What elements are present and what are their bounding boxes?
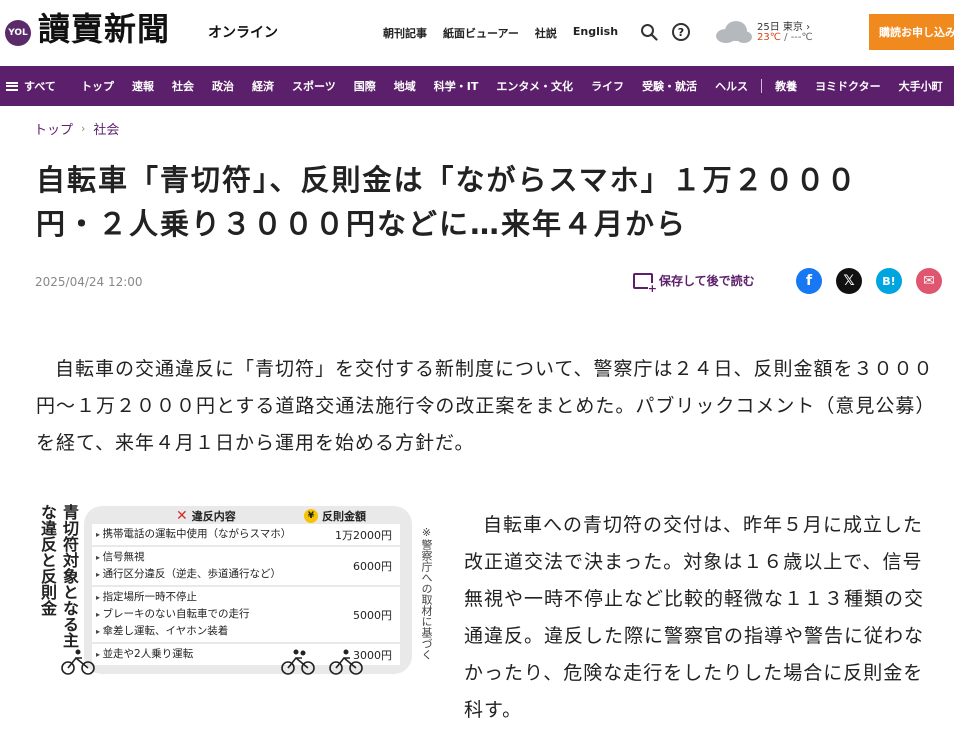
link-paper-viewer[interactable]: 紙面ビューアー [443,25,519,41]
infographic-source-note: ※警察庁への取材に基づく [420,526,433,660]
nav-item-economy[interactable]: 経済 [243,78,283,94]
table-row: 指定場所一時不停止 ブレーキのない自転車での走行 傘差し運転、イヤホン装着 50… [92,587,400,644]
article-paragraph: 自転車への青切符の交付は、昨年５月に成立した改正道交法で決まった。対象は１６歳以… [464,514,925,721]
nav-item-culture[interactable]: 教養 [766,78,806,94]
article-lead-paragraph: 自転車の交通違反に「青切符」を交付する新制度について、警察庁は２４日、反則金額を… [36,358,936,454]
subscribe-button[interactable]: 購読お申し込み [869,14,954,50]
header-violation-label: 違反内容 [191,510,236,523]
table-row: 信号無視 通行区分違反（逆走、歩道通行など） 6000円 [92,547,400,587]
cross-icon: ✕ [176,508,188,524]
temp-low: ---℃ [790,32,813,43]
violation-item: 傘差し運転、イヤホン装着 [96,623,250,640]
nav-item-health[interactable]: ヘルス [706,78,757,94]
nav-item-sports[interactable]: スポーツ [283,78,345,94]
breadcrumb-section[interactable]: 社会 [93,119,119,138]
infographic-table: 携帯電話の運転中使用（ながらスマホ） 1万2000円 信号無視 通行区分違反（逆… [92,524,400,667]
article-title: 自転車「青切符」、反則金は「ながらスマホ」１万２０００円・２人乗り３０００円など… [36,163,858,241]
site-logo[interactable]: 讀賣新聞 [38,9,170,49]
link-editorial[interactable]: 社説 [535,25,557,41]
nav-item-society[interactable]: 社会 [163,78,203,94]
link-morning-edition[interactable]: 朝刊記事 [383,25,427,41]
site-logo-sub[interactable]: オンライン [208,22,278,42]
link-english[interactable]: English [573,25,618,41]
main-nav: すべて トップ 速報 社会 政治 経済 スポーツ 国際 地域 科学・IT エンタ… [0,66,954,106]
nav-item-international[interactable]: 国際 [345,78,385,94]
top-links: 朝刊記事 紙面ビューアー 社説 English [383,25,618,41]
site-header: YOL 讀賣新聞 オンライン 朝刊記事 紙面ビューアー 社説 English ?… [0,0,954,66]
fine-amount: 6000円 [353,560,392,573]
violation-item: 指定場所一時不停止 [96,589,250,606]
nav-all-menu[interactable]: すべて [0,78,72,94]
nav-item-entertainment[interactable]: エンタメ・文化 [487,78,582,94]
nav-item-science-it[interactable]: 科学・IT [425,78,488,94]
save-for-later-label: 保存して後で読む [659,274,755,288]
temp-sep: / [780,32,791,43]
violation-item: 携帯電話の運転中使用（ながらスマホ） [96,526,292,543]
x-share-icon[interactable]: 𝕏 [836,268,862,294]
bicycle-icon [61,649,363,675]
weather-temp: 23℃ / ---℃ [757,32,813,43]
nav-item-exam-job[interactable]: 受験・就活 [633,78,706,94]
header-violation: ✕ 違反内容 [176,508,236,524]
cloud-icon[interactable] [714,20,752,44]
table-row: 携帯電話の運転中使用（ながらスマホ） 1万2000円 [92,524,400,547]
fine-amount: 5000円 [353,608,392,622]
header-fine: ¥ 反則金額 [304,508,366,524]
mail-share-icon[interactable]: ✉ [916,268,942,294]
temp-high: 23℃ [757,32,781,43]
chevron-right-icon: › [81,122,86,135]
article-date: 2025/04/24 12:00 [35,275,143,289]
fine-amount: 1万2000円 [335,528,392,542]
nav-all-label: すべて [24,80,56,93]
violation-item: 通行区分違反（逆走、歩道通行など） [96,566,282,583]
bookmark-add-icon [633,272,657,294]
nav-item-politics[interactable]: 政治 [203,78,243,94]
facebook-share-icon[interactable]: f [796,268,822,294]
hamburger-icon [6,81,18,91]
weather-date[interactable]: 25日 東京 › [757,18,810,33]
nav-item-local[interactable]: 地域 [385,78,425,94]
header-fine-label: 反則金額 [322,510,366,523]
save-for-later-button[interactable]: 保存して後で読む [633,272,755,294]
nav-item-life[interactable]: ライフ [582,78,633,94]
help-icon[interactable]: ? [672,23,690,41]
violation-item: 信号無視 [96,549,281,566]
nav-item-yomidr[interactable]: ヨミドクター [806,78,890,94]
nav-separator [761,79,763,93]
logo-badge[interactable]: YOL [5,20,31,46]
hatena-bookmark-icon[interactable]: B! [876,268,902,294]
breadcrumb-top[interactable]: トップ [34,119,73,138]
nav-item-komachi[interactable]: 大手小町 [890,78,952,94]
search-icon[interactable] [640,23,658,41]
infographic-title: 青切符対象となる主な違反と反則金 [38,504,79,648]
violation-item: ブレーキのない自転車での走行 [96,606,250,623]
nav-item-breaking[interactable]: 速報 [123,78,163,94]
nav-items: トップ 速報 社会 政治 経済 スポーツ 国際 地域 科学・IT エンタメ・文化… [72,78,952,94]
yen-coin-icon: ¥ [304,509,318,523]
fines-infographic[interactable]: 青切符対象となる主な違反と反則金 ✕ 違反内容 ¥ 反則金額 携帯電話の運転中使… [34,502,434,678]
nav-item-top[interactable]: トップ [72,78,123,94]
breadcrumb: トップ › 社会 [34,119,119,138]
